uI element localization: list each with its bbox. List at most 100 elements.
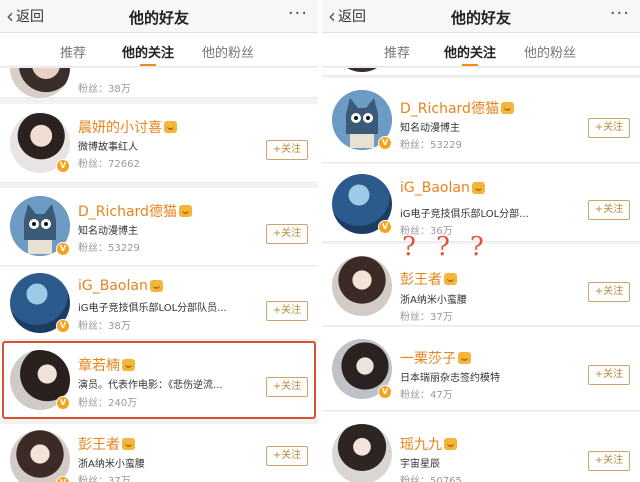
member-crown-icon [178, 205, 192, 217]
member-crown-icon [122, 359, 135, 371]
list-item[interactable]: V 晨妍的小讨喜 微博故事红人 粉丝：72662 +关注 [0, 104, 318, 183]
user-desc: iG电子竞技俱乐部LOL分部队员... [78, 303, 227, 314]
member-crown-icon [471, 182, 485, 194]
user-name[interactable]: D_Richard德猫 [400, 98, 514, 118]
fans-count: 粉丝：47万 [400, 390, 453, 401]
tab-following[interactable]: 他的关注 [122, 42, 174, 66]
follow-button[interactable]: +关注 [588, 118, 630, 138]
user-name-text: 瑶九九 [400, 437, 442, 453]
user-desc: 宇宙星辰 [400, 459, 440, 470]
fans-count: 粉丝：37万 [78, 476, 131, 482]
follow-button[interactable]: +关注 [266, 377, 308, 397]
fans-count: 粉丝：240万 [78, 398, 138, 409]
tab-active-indicator [462, 64, 478, 66]
follow-button[interactable]: +关注 [266, 301, 308, 321]
user-name[interactable]: 彭王者 [400, 269, 457, 289]
list-item [322, 68, 640, 76]
fans-count: 粉丝：53229 [78, 243, 140, 254]
user-name-text: 彭王者 [400, 272, 442, 288]
user-name[interactable]: iG_Baolan [400, 180, 485, 196]
user-desc: 日本瑞丽杂志签约模特 [400, 373, 500, 384]
question-mark-annotation: ? ? ? [402, 232, 484, 262]
user-desc: iG电子竞技俱乐部LOL分部... [400, 209, 529, 220]
user-name[interactable]: 瑶九九 [400, 434, 457, 454]
list-item[interactable]: V D_Richard德猫 知名动漫博主 粉丝：53229 +关注 [0, 188, 318, 266]
follow-button[interactable]: +关注 [266, 446, 308, 466]
tab-fans[interactable]: 他的粉丝 [524, 42, 576, 61]
user-name[interactable]: 章若楠 [78, 355, 135, 375]
user-name-text: 一栗莎子 [400, 351, 456, 367]
tab-following-label: 他的关注 [444, 46, 497, 61]
avatar [10, 430, 70, 482]
user-desc: 浙A纳米小蛮腰 [400, 295, 467, 306]
list-item[interactable]: 瑶九九 宇宙星辰 粉丝：50765 +关注 [322, 412, 640, 482]
user-list: V D_Richard德猫 知名动漫博主 粉丝：53229 +关注 V iG_B… [322, 68, 640, 482]
question-mark: ? [402, 232, 416, 262]
user-desc: 微博故事红人 [78, 142, 138, 153]
avatar [10, 68, 70, 98]
nav-bar: ‹ 返回 他的好友 ··· [322, 0, 640, 33]
nav-bar: ‹ 返回 他的好友 ··· [0, 0, 318, 33]
user-name-text: 章若楠 [78, 358, 120, 374]
member-crown-icon [149, 280, 163, 292]
list-item[interactable]: V D_Richard德猫 知名动漫博主 粉丝：53229 +关注 [322, 78, 640, 163]
tab-recommend[interactable]: 推荐 [384, 42, 410, 61]
member-crown-icon [458, 352, 471, 364]
user-name-text: 彭王者 [78, 437, 120, 453]
user-desc: 知名动漫博主 [78, 226, 138, 237]
member-crown-icon [444, 438, 457, 450]
fans-count: 粉丝：50765 [400, 476, 462, 482]
user-name-text: 晨妍的小讨喜 [78, 120, 162, 136]
more-icon[interactable]: ··· [288, 3, 308, 24]
user-name[interactable]: D_Richard德猫 [78, 201, 192, 221]
list-item[interactable]: V 一栗莎子 日本瑞丽杂志签约模特 粉丝：47万 +关注 [322, 327, 640, 411]
verified-badge-icon: V [378, 220, 392, 234]
page-title: 他的好友 [128, 9, 189, 27]
list-item[interactable]: V iG_Baolan iG电子竞技俱乐部LOL分部队员... 粉丝：38万 +… [0, 267, 318, 340]
user-name[interactable]: iG_Baolan [78, 278, 163, 294]
tab-following[interactable]: 他的关注 [444, 42, 497, 66]
verified-badge-icon: V [56, 319, 70, 333]
list-item[interactable]: V 章若楠 演员。代表作电影：《悲伤逆流... 粉丝：240万 +关注 [0, 343, 318, 419]
fans-count: 粉丝：38万 [78, 321, 131, 332]
user-name-text: iG_Baolan [400, 180, 470, 196]
user-desc: 知名动漫博主 [400, 123, 460, 134]
member-crown-icon [122, 438, 135, 450]
tab-active-indicator [140, 64, 156, 66]
question-mark: ? [435, 232, 450, 262]
avatar [332, 68, 392, 72]
question-mark: ? [469, 232, 484, 262]
follow-button[interactable]: +关注 [266, 140, 308, 160]
follow-button[interactable]: +关注 [266, 224, 308, 244]
fans-count: 粉丝：37万 [400, 312, 453, 323]
verified-badge-icon: V [56, 159, 70, 173]
user-name[interactable]: 彭王者 [78, 434, 135, 454]
verified-badge-icon: V [56, 242, 70, 256]
tab-bar: 推荐 他的关注 他的粉丝 [322, 33, 640, 67]
user-name[interactable]: 晨妍的小讨喜 [78, 117, 177, 137]
list-item[interactable]: V 彭王者 浙A纳米小蛮腰 粉丝：37万 +关注 [0, 424, 318, 482]
list-item[interactable]: 粉丝：38万 +关注 [0, 68, 318, 98]
user-name[interactable]: 一栗莎子 [400, 348, 471, 368]
list-item[interactable]: V iG_Baolan iG电子竞技俱乐部LOL分部... 粉丝：36万 +关注 [322, 164, 640, 242]
verified-badge-icon: V [56, 396, 70, 410]
follow-button[interactable]: +关注 [588, 200, 630, 220]
user-name-text: D_Richard德猫 [78, 204, 177, 220]
member-crown-icon [164, 121, 177, 133]
tab-fans[interactable]: 他的粉丝 [202, 42, 254, 61]
fans-count: 粉丝：72662 [78, 159, 140, 170]
fans-count: 粉丝：53229 [400, 140, 462, 151]
more-icon[interactable]: ··· [610, 3, 630, 24]
follow-button[interactable]: +关注 [588, 451, 630, 471]
user-desc: 演员。代表作电影：《悲伤逆流... [78, 380, 223, 391]
tab-recommend[interactable]: 推荐 [60, 42, 86, 61]
follow-button[interactable]: +关注 [588, 365, 630, 385]
verified-badge-icon: V [378, 385, 392, 399]
fans-count: 粉丝：38万 [78, 84, 131, 95]
avatar [332, 424, 392, 482]
verified-badge-icon: V [378, 136, 392, 150]
member-crown-icon [444, 273, 457, 285]
user-name-text: iG_Baolan [78, 278, 148, 294]
user-desc: 浙A纳米小蛮腰 [78, 459, 145, 470]
follow-button[interactable]: +关注 [588, 282, 630, 302]
